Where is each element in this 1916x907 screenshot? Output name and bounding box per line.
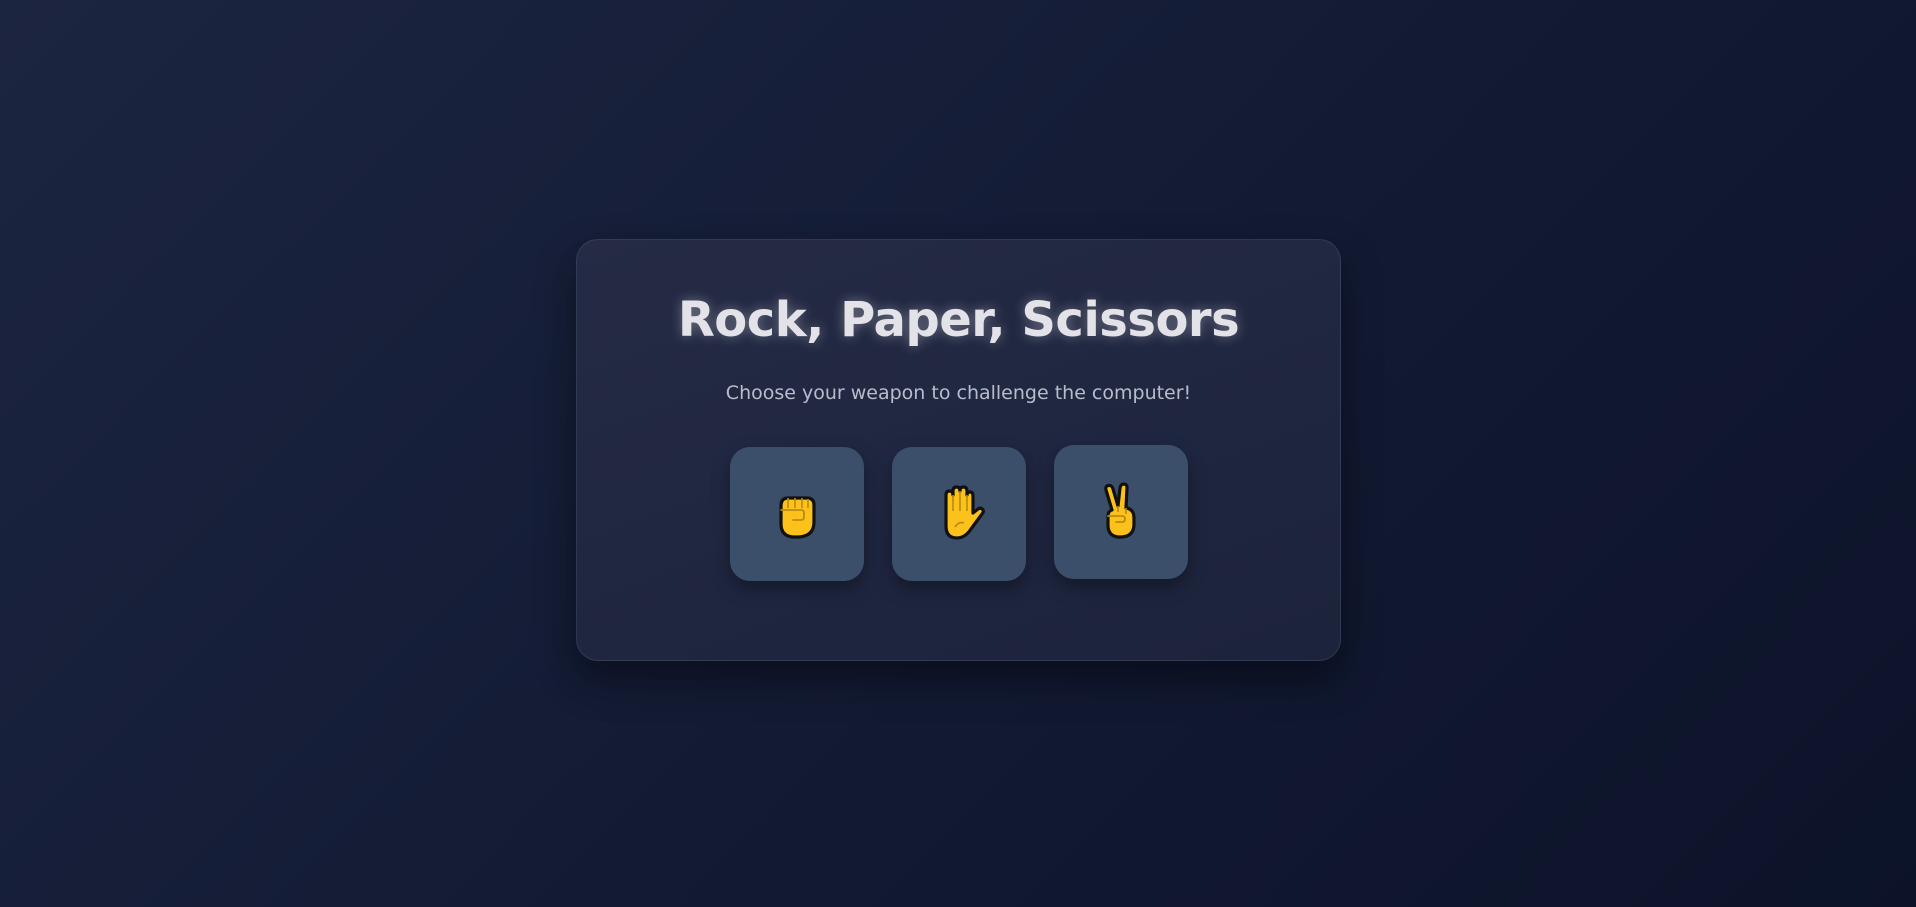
rock-fist-icon xyxy=(771,486,823,542)
rock-button[interactable] xyxy=(730,447,864,581)
choice-buttons xyxy=(730,445,1190,586)
paper-hand-icon xyxy=(933,485,985,543)
game-title: Rock, Paper, Scissors xyxy=(677,292,1240,348)
scissors-button[interactable] xyxy=(1054,445,1188,579)
scissors-victory-hand-icon xyxy=(1098,482,1144,542)
game-subtitle: Choose your weapon to challenge the comp… xyxy=(725,382,1192,404)
game-card: Rock, Paper, Scissors Choose your weapon… xyxy=(576,239,1341,661)
paper-button[interactable] xyxy=(892,447,1026,581)
